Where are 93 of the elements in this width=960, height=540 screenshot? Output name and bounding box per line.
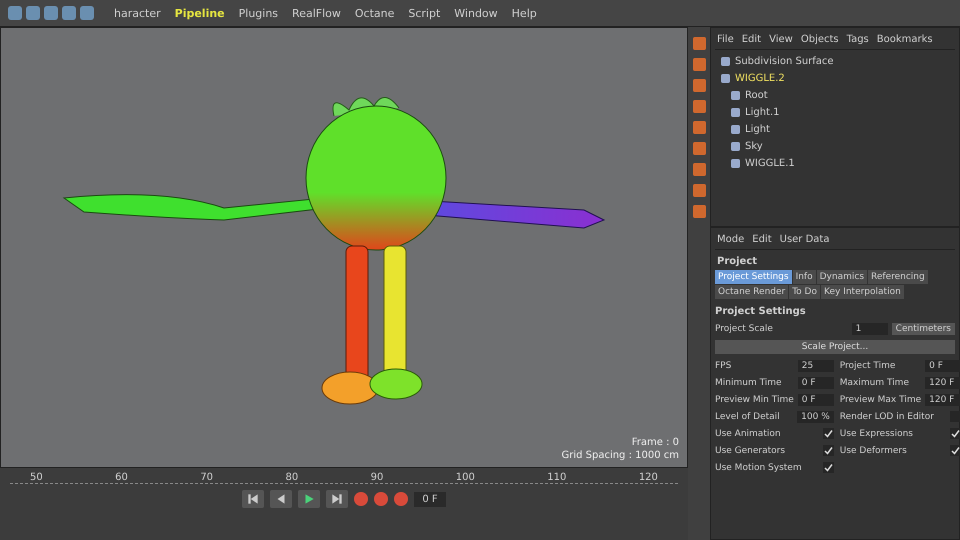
checkbox-label: Use Motion System <box>715 462 803 472</box>
menu-item[interactable]: View <box>769 34 793 45</box>
menu-item[interactable]: User Data <box>780 234 830 245</box>
palette-icon[interactable] <box>692 121 706 134</box>
number-field[interactable]: 25 <box>798 360 834 372</box>
checkbox-label: Use Expressions <box>840 428 914 438</box>
current-frame-field[interactable]: 0 F <box>414 492 446 506</box>
tab[interactable]: Info <box>792 270 816 284</box>
toolbar-icon[interactable] <box>8 6 22 20</box>
field-label: Project Time <box>840 360 896 370</box>
checkbox-label: Use Deformers <box>840 446 908 456</box>
menu-item[interactable]: File <box>717 34 734 45</box>
palette-icon[interactable] <box>692 142 706 155</box>
palette-icon[interactable] <box>692 79 706 92</box>
panel-title: Project <box>716 255 758 269</box>
tab[interactable]: To Do <box>789 285 820 299</box>
toolbar-icon[interactable] <box>80 6 94 20</box>
frame-tick-label: 120 <box>638 472 658 483</box>
frame-tick-label: 90 <box>370 472 384 483</box>
section-heading: Project Settings <box>715 305 807 319</box>
menu-item[interactable]: Tags <box>846 34 869 45</box>
play-icon[interactable] <box>298 490 320 508</box>
field-label: Preview Max Time <box>840 394 922 404</box>
checkbox[interactable] <box>822 462 834 473</box>
frame-tick-label: 110 <box>547 472 566 483</box>
menu-item[interactable]: Bookmarks <box>876 34 933 45</box>
menu-item[interactable]: Plugins <box>234 4 282 22</box>
menu-item[interactable]: Window <box>450 4 502 22</box>
menu-item[interactable]: haracter <box>110 4 165 22</box>
tab[interactable]: Key Interpolation <box>821 285 904 299</box>
palette-icon[interactable] <box>692 205 706 218</box>
palette-icon[interactable] <box>692 58 706 71</box>
field-label: Project Scale <box>715 324 774 334</box>
checkbox-label: Use Generators <box>715 446 786 456</box>
menu-item[interactable]: Mode <box>717 234 744 245</box>
checkbox-label: Use Animation <box>715 428 782 438</box>
number-field[interactable]: 0 F <box>798 376 834 388</box>
frame-tick-label: 70 <box>200 472 214 483</box>
menu-item[interactable]: Objects <box>800 34 839 45</box>
field-label: FPS <box>715 360 732 370</box>
unit-dropdown[interactable]: Centimeters <box>892 322 955 334</box>
object-name[interactable]: Root <box>745 90 768 101</box>
go-to-end-icon[interactable] <box>326 490 348 508</box>
checkbox[interactable] <box>950 428 960 439</box>
toolbar-icon[interactable] <box>44 6 58 20</box>
toolbar-icon[interactable] <box>26 6 40 20</box>
tab[interactable]: Octane Render <box>715 285 788 299</box>
menu-item[interactable]: Edit <box>752 234 772 245</box>
frame-tick-label: 60 <box>115 472 128 483</box>
field-label: Level of Detail <box>715 412 781 422</box>
frame-tick-label: 100 <box>456 472 475 483</box>
checkbox[interactable] <box>822 445 834 456</box>
number-field[interactable]: 120 F <box>925 394 960 406</box>
frame-tick-label: 80 <box>285 472 298 483</box>
step-back-icon[interactable] <box>270 490 292 508</box>
palette-icon[interactable] <box>692 163 706 176</box>
go-to-start-icon[interactable] <box>242 490 264 508</box>
record-icon[interactable] <box>394 492 408 506</box>
scale-project-button[interactable]: Scale Project... <box>715 340 955 354</box>
record-icon[interactable] <box>354 492 368 506</box>
palette-icon[interactable] <box>692 37 706 50</box>
field-label: Maximum Time <box>840 378 910 388</box>
tab[interactable]: Dynamics <box>816 270 868 284</box>
menu-item[interactable]: Help <box>508 4 541 22</box>
checkbox-label: Render LOD in Editor <box>840 412 935 422</box>
palette-icon[interactable] <box>692 184 706 197</box>
number-field[interactable]: 100 % <box>797 410 834 422</box>
number-field[interactable]: 120 F <box>925 376 960 388</box>
field-label: Minimum Time <box>715 378 783 388</box>
palette-icon[interactable] <box>692 100 706 113</box>
number-field[interactable]: 0 F <box>798 394 834 406</box>
object-name[interactable]: Sky <box>745 141 763 152</box>
menu-item[interactable]: Edit <box>742 34 762 45</box>
number-field[interactable]: 0 F <box>925 360 960 372</box>
object-name[interactable]: Subdivision Surface <box>735 56 834 67</box>
checkbox[interactable] <box>950 445 960 456</box>
menu-item[interactable]: Script <box>404 4 444 22</box>
object-name[interactable]: WIGGLE.1 <box>745 158 795 169</box>
object-name[interactable]: Light <box>745 124 770 135</box>
frame-tick-label: 50 <box>30 472 43 483</box>
object-name[interactable]: WIGGLE.2 <box>735 73 785 84</box>
toolbar-icon[interactable] <box>62 6 76 20</box>
tab[interactable]: Referencing <box>868 270 928 284</box>
frame-readout: Frame : 0 <box>632 437 679 448</box>
field-label: Preview Min Time <box>715 394 794 404</box>
menu-item[interactable]: Octane <box>350 4 398 22</box>
menu-item[interactable]: RealFlow <box>288 4 345 22</box>
menu-item[interactable]: Pipeline <box>170 4 229 22</box>
checkbox[interactable] <box>822 428 834 439</box>
record-icon[interactable] <box>374 492 388 506</box>
object-name[interactable]: Light.1 <box>745 107 780 118</box>
grid-spacing-readout: Grid Spacing : 1000 cm <box>561 450 679 461</box>
number-field[interactable]: 1 <box>852 322 888 334</box>
